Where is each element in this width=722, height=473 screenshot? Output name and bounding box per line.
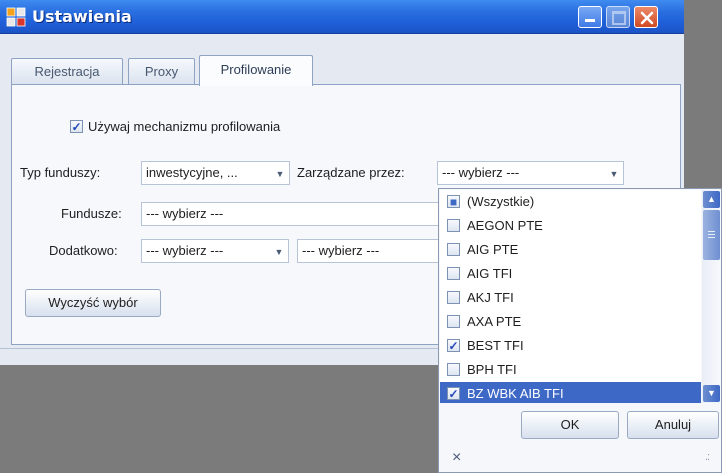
managed-by-label: Zarządzane przez: [297,165,405,180]
checkbox[interactable] [447,267,460,280]
list-item-label: BEST TFI [467,338,524,353]
close-icon [640,11,654,25]
close-button[interactable] [634,6,658,28]
checkbox[interactable] [447,291,460,304]
managed-by-combo[interactable]: --- wybierz --- ▼ [437,161,624,185]
checkbox[interactable] [447,243,460,256]
list-item[interactable]: AIG TFI [440,262,701,286]
checkbox[interactable] [447,315,460,328]
fund-type-combo[interactable]: inwestycyjne, ... ▼ [141,161,290,185]
additional-value-2: --- wybierz --- [302,243,380,258]
funds-value: --- wybierz --- [146,206,224,221]
minimize-button[interactable] [578,6,602,28]
tab-rejestracja[interactable]: Rejestracja [11,58,123,84]
additional-label: Dodatkowo: [49,243,118,258]
tab-proxy[interactable]: Proxy [128,58,195,84]
managed-by-dropdown: ■ (Wszystkie) AEGON PTE AIG PTE AIG TFI … [438,188,722,473]
list-item-selected[interactable]: ✓ BZ WBK AIB TFI [440,382,701,403]
list-item[interactable]: AXA PTE [440,310,701,334]
list-item-label: AIG TFI [467,266,513,281]
maximize-icon [612,11,626,25]
partial-checkbox[interactable]: ■ [447,195,460,208]
list-item[interactable]: AIG PTE [440,238,701,262]
chevron-down-icon: ▼ [274,247,284,257]
title-bar[interactable]: Ustawienia [0,0,684,34]
clear-selection-button[interactable]: Wyczyść wybór [25,289,161,317]
list-item-label: AKJ TFI [467,290,514,305]
use-profiling-checkbox[interactable]: ✓ [70,120,83,133]
funds-label: Fundusze: [61,206,122,221]
list-item[interactable]: ■ (Wszystkie) [440,190,701,214]
list-item-label: AIG PTE [467,242,519,257]
checkbox[interactable] [447,219,460,232]
checkbox[interactable]: ✓ [447,339,460,352]
window-title: Ustawienia [32,7,132,26]
additional-combo-2[interactable]: --- wybierz --- [297,239,441,263]
scrollbar[interactable]: ▲ ▼ [702,190,721,403]
list-item-label: (Wszystkie) [467,194,535,209]
additional-combo-1[interactable]: --- wybierz --- ▼ [141,239,289,263]
funds-combo[interactable]: --- wybierz --- [141,202,441,226]
list-item[interactable]: ✓ BEST TFI [440,334,701,358]
additional-value-1: --- wybierz --- [146,243,224,258]
cancel-button[interactable]: Anuluj [627,411,719,439]
scroll-thumb[interactable] [703,210,720,260]
list-item-label: AEGON PTE [467,218,543,233]
use-profiling-label: Używaj mechanizmu profilowania [88,119,281,134]
chevron-down-icon: ▼ [609,169,619,179]
maximize-button[interactable] [606,6,630,28]
scroll-up-icon[interactable]: ▲ [703,191,720,208]
fund-type-label: Typ funduszy: [20,165,101,180]
list-item[interactable]: AKJ TFI [440,286,701,310]
fund-type-value: inwestycyjne, ... [146,165,238,180]
list-item[interactable]: BPH TFI [440,358,701,382]
close-icon[interactable]: × [452,449,461,467]
list-item-label: BZ WBK AIB TFI [467,386,564,401]
list-item[interactable]: AEGON PTE [440,214,701,238]
tab-profilowanie[interactable]: Profilowanie [199,55,313,86]
resize-grip-icon[interactable]: .: [705,451,710,463]
scroll-down-icon[interactable]: ▼ [703,385,720,402]
fund-company-list[interactable]: ■ (Wszystkie) AEGON PTE AIG PTE AIG TFI … [440,190,701,403]
minimize-icon [585,19,595,22]
list-item-label: BPH TFI [467,362,517,377]
list-item-label: AXA PTE [467,314,522,329]
app-icon [6,7,26,27]
ok-button[interactable]: OK [521,411,619,439]
managed-by-value: --- wybierz --- [442,165,520,180]
checkbox[interactable] [447,363,460,376]
chevron-down-icon: ▼ [275,169,285,179]
checkbox[interactable]: ✓ [447,387,460,400]
